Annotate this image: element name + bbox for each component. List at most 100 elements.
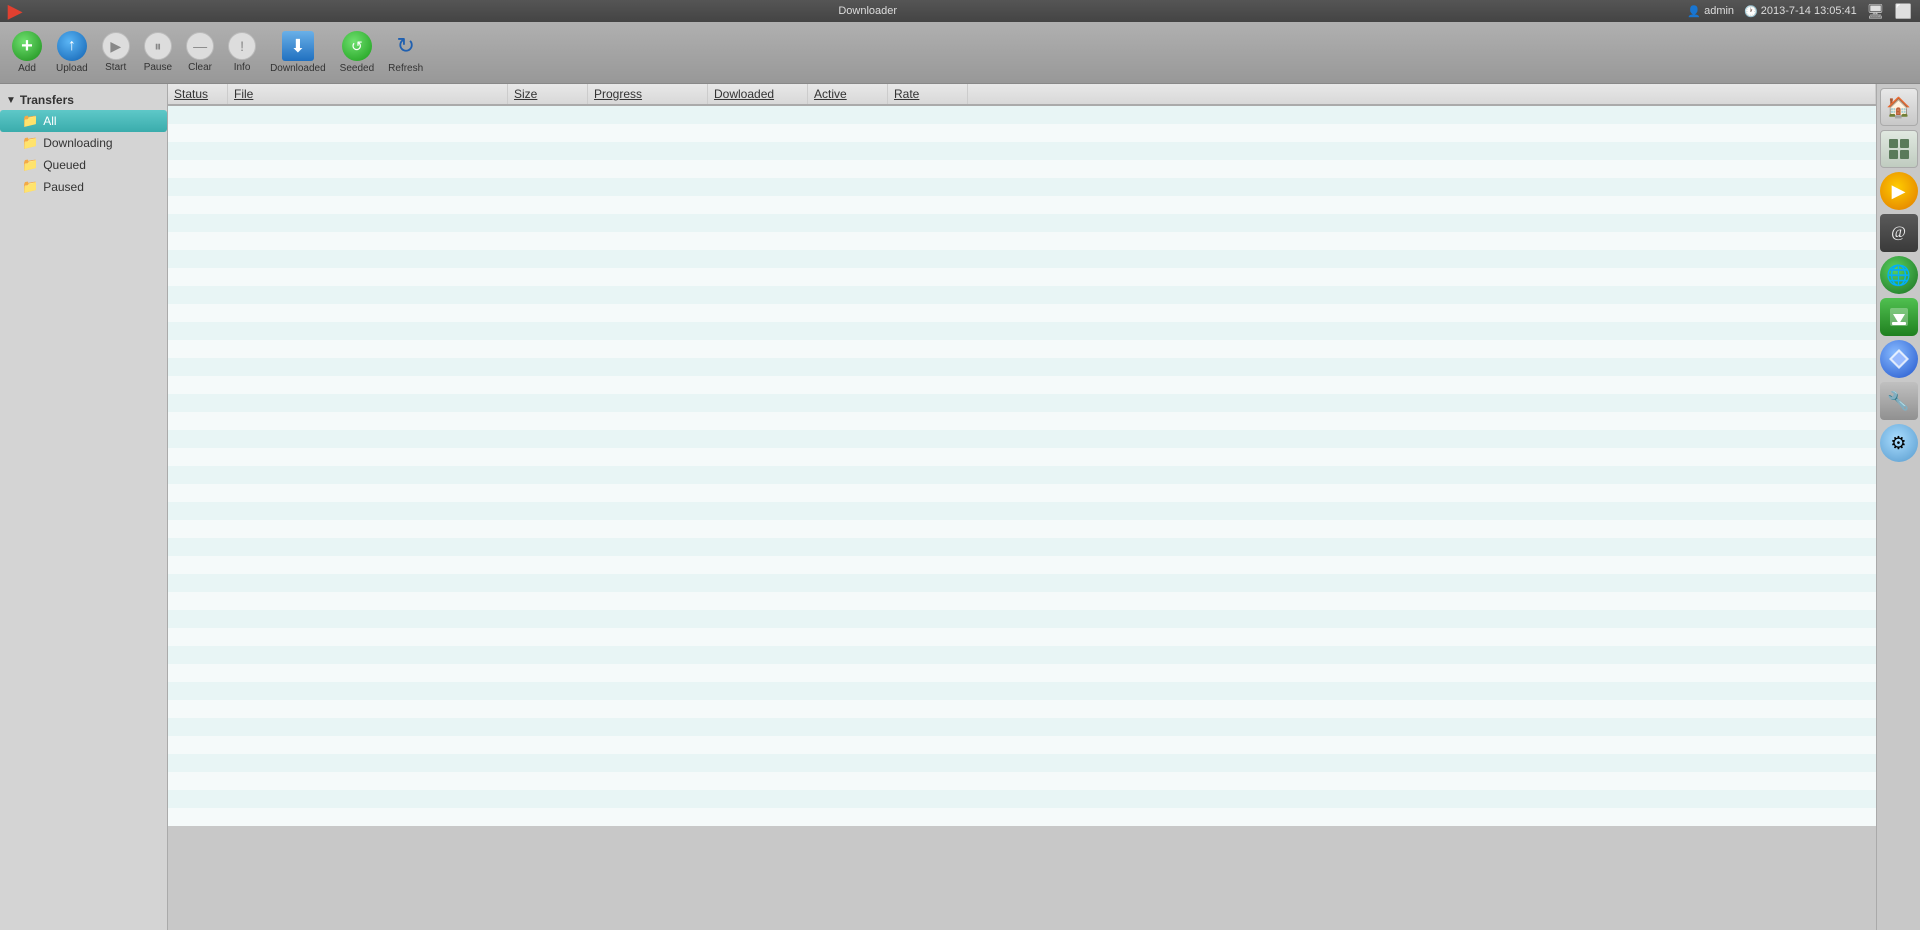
table-row[interactable] <box>168 574 1876 592</box>
col-header-rate[interactable]: Rate <box>888 84 968 104</box>
table-row[interactable] <box>168 178 1876 196</box>
col-header-downloaded[interactable]: Dowloaded <box>708 84 808 104</box>
col-header-active[interactable]: Active <box>808 84 888 104</box>
dock-settings-button[interactable]: ⚙ <box>1880 424 1918 462</box>
table-row[interactable] <box>168 502 1876 520</box>
table-row[interactable] <box>168 340 1876 358</box>
table-row[interactable] <box>168 124 1876 142</box>
table-cell <box>968 178 1876 196</box>
table-cell <box>588 232 708 250</box>
table-cell <box>168 160 228 178</box>
col-header-status[interactable]: Status <box>168 84 228 104</box>
start-button[interactable]: ▶ Start <box>96 28 136 77</box>
table-row[interactable] <box>168 772 1876 790</box>
app-logo-icon: ▶ <box>8 1 22 22</box>
table-row[interactable] <box>168 556 1876 574</box>
table-cell <box>168 322 228 340</box>
table-row[interactable] <box>168 610 1876 628</box>
table-row[interactable] <box>168 268 1876 286</box>
table-cell <box>508 178 588 196</box>
table-row[interactable] <box>168 646 1876 664</box>
table-row[interactable] <box>168 466 1876 484</box>
table-row[interactable] <box>168 196 1876 214</box>
seeded-icon: ↺ <box>342 31 372 61</box>
table-row[interactable] <box>168 376 1876 394</box>
table-row[interactable] <box>168 358 1876 376</box>
table-cell <box>888 808 968 826</box>
transfers-section[interactable]: ▼ Transfers <box>0 90 167 110</box>
dock-home-button[interactable]: 🏠 <box>1880 88 1918 126</box>
table-cell <box>168 610 228 628</box>
table-row[interactable] <box>168 412 1876 430</box>
table-row[interactable] <box>168 736 1876 754</box>
dock-diamond-button[interactable] <box>1880 340 1918 378</box>
downloaded-button[interactable]: ⬇ Downloaded <box>264 27 332 78</box>
table-row[interactable] <box>168 682 1876 700</box>
table-row[interactable] <box>168 142 1876 160</box>
dock-grid-button[interactable] <box>1880 130 1918 168</box>
table-cell <box>888 430 968 448</box>
table-row[interactable] <box>168 718 1876 736</box>
table-cell <box>888 178 968 196</box>
dock-downloader-button[interactable] <box>1880 298 1918 336</box>
table-cell <box>708 214 808 232</box>
table-cell <box>508 358 588 376</box>
table-cell <box>808 322 888 340</box>
seeded-button[interactable]: ↺ Seeded <box>334 27 380 78</box>
table-cell <box>708 700 808 718</box>
dock-play-button[interactable]: ▶ <box>1880 172 1918 210</box>
table-cell <box>808 214 888 232</box>
upload-button[interactable]: ↑ Upload <box>50 27 94 78</box>
table-row[interactable] <box>168 484 1876 502</box>
refresh-button[interactable]: ↻ Refresh <box>382 27 429 78</box>
table-row[interactable] <box>168 754 1876 772</box>
sidebar-item-queued[interactable]: 📁 Queued <box>0 154 167 176</box>
table-cell <box>228 808 508 826</box>
table-cell <box>708 160 808 178</box>
info-button[interactable]: ! Info <box>222 28 262 77</box>
dock-email-button[interactable]: @ <box>1880 214 1918 252</box>
dock-globe-button[interactable]: 🌐 <box>1880 256 1918 294</box>
sidebar-item-paused[interactable]: 📁 Paused <box>0 176 167 198</box>
table-row[interactable] <box>168 232 1876 250</box>
table-cell <box>888 718 968 736</box>
table-row[interactable] <box>168 286 1876 304</box>
sidebar-item-all[interactable]: 📁 All <box>0 110 167 132</box>
table-row[interactable] <box>168 304 1876 322</box>
pause-button[interactable]: ⏸ Pause <box>138 28 178 77</box>
add-button[interactable]: + Add <box>6 27 48 78</box>
table-row[interactable] <box>168 520 1876 538</box>
table-row[interactable] <box>168 592 1876 610</box>
clear-button[interactable]: — Clear <box>180 28 220 77</box>
table-row[interactable] <box>168 538 1876 556</box>
col-header-size[interactable]: Size <box>508 84 588 104</box>
datetime-info: 🕐 2013-7-14 13:05:41 <box>1744 5 1857 18</box>
table-cell <box>508 628 588 646</box>
table-cell <box>808 682 888 700</box>
table-row[interactable] <box>168 628 1876 646</box>
col-header-file[interactable]: File <box>228 84 508 104</box>
table-cell <box>808 502 888 520</box>
table-row[interactable] <box>168 790 1876 808</box>
table-row[interactable] <box>168 664 1876 682</box>
table-row[interactable] <box>168 322 1876 340</box>
downloader-icon <box>1888 306 1910 328</box>
dock-tools-button[interactable]: 🔧 <box>1880 382 1918 420</box>
col-header-progress[interactable]: Progress <box>588 84 708 104</box>
table-row[interactable] <box>168 808 1876 826</box>
pause-label: Pause <box>144 62 172 73</box>
table-cell <box>508 268 588 286</box>
table-row[interactable] <box>168 700 1876 718</box>
table-row[interactable] <box>168 448 1876 466</box>
sidebar-item-downloading[interactable]: 📁 Downloading <box>0 132 167 154</box>
table-row[interactable] <box>168 430 1876 448</box>
table-cell <box>808 250 888 268</box>
table-cell <box>508 736 588 754</box>
table-row[interactable] <box>168 160 1876 178</box>
table-row[interactable] <box>168 394 1876 412</box>
table-cell <box>968 664 1876 682</box>
table-row[interactable] <box>168 214 1876 232</box>
table-row[interactable] <box>168 250 1876 268</box>
table-cell <box>808 772 888 790</box>
table-row[interactable] <box>168 106 1876 124</box>
